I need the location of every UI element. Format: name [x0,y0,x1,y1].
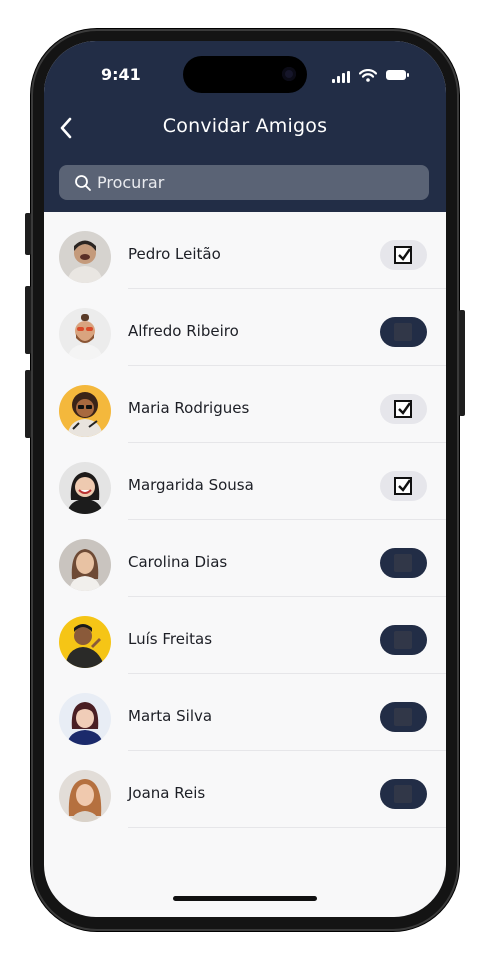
friend-name: Marta Silva [128,707,213,725]
list-item[interactable]: Maria Rodrigues [44,366,446,443]
friends-list: Pedro Leitão Alfredo Ribeiro Maria Rodri [44,212,446,828]
select-toggle[interactable] [380,471,427,501]
home-indicator [173,896,317,901]
wifi-icon [359,69,377,82]
action-button [25,213,31,255]
avatar [59,308,111,360]
checkbox-checked-icon [394,246,412,264]
friend-name: Pedro Leitão [128,245,221,263]
volume-down-button [25,370,31,438]
select-toggle[interactable] [380,240,427,270]
dynamic-island [183,56,307,93]
select-toggle[interactable] [380,702,427,732]
battery-icon [386,70,409,80]
friend-name: Maria Rodrigues [128,399,250,417]
list-item[interactable]: Carolina Dias [44,520,446,597]
avatar [59,385,111,437]
search-bar[interactable] [59,165,429,200]
row-divider [128,827,446,828]
list-item[interactable]: Alfredo Ribeiro [44,289,446,366]
select-toggle[interactable] [380,394,427,424]
avatar [59,616,111,668]
camera-icon [282,67,296,81]
checkbox-unchecked-icon [394,323,412,341]
checkbox-unchecked-icon [394,631,412,649]
list-item[interactable]: Joana Reis [44,751,446,828]
friend-name: Alfredo Ribeiro [128,322,239,340]
avatar [59,231,111,283]
list-item[interactable]: Margarida Sousa [44,443,446,520]
select-toggle[interactable] [380,625,427,655]
friend-name: Carolina Dias [128,553,228,571]
checkbox-checked-icon [394,400,412,418]
select-toggle[interactable] [380,317,427,347]
header-bar: 9:41 Convidar Amigos [44,41,446,212]
list-item[interactable]: Luís Freitas [44,597,446,674]
avatar [59,770,111,822]
friend-name: Joana Reis [128,784,206,802]
checkbox-checked-icon [394,477,412,495]
status-icons [332,69,412,83]
checkbox-unchecked-icon [394,785,412,803]
volume-up-button [25,286,31,354]
list-item[interactable]: Pedro Leitão [44,212,446,289]
checkbox-unchecked-icon [394,554,412,572]
avatar [59,539,111,591]
status-time: 9:41 [101,65,141,84]
friend-name: Luís Freitas [128,630,213,648]
search-input[interactable] [97,165,417,200]
avatar [59,693,111,745]
avatar [59,462,111,514]
select-toggle[interactable] [380,779,427,809]
checkbox-unchecked-icon [394,708,412,726]
search-icon [75,175,91,191]
page-title: Convidar Amigos [162,115,328,137]
select-toggle[interactable] [380,548,427,578]
friend-name: Margarida Sousa [128,476,254,494]
power-button [459,310,465,416]
list-item[interactable]: Marta Silva [44,674,446,751]
app-screen: 9:41 Convidar Amigos Procurar Pedro Leit… [44,41,446,917]
